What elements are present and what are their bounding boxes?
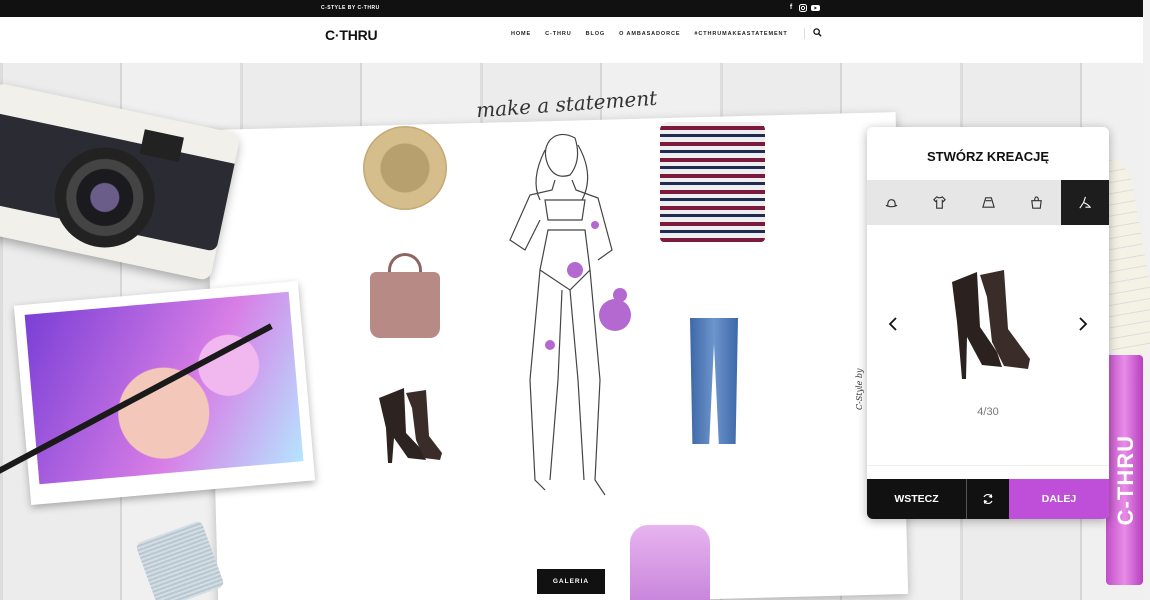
top-bar: C-STYLE BY C-THRU f [0, 0, 1143, 17]
bag-item[interactable] [370, 272, 440, 338]
youtube-icon[interactable] [811, 4, 820, 12]
perfume-label: C-THRU [1113, 435, 1138, 526]
hat-item[interactable] [363, 126, 447, 210]
nav-item-ambasadorka[interactable]: O AMBASADORCE [619, 31, 680, 37]
back-button[interactable]: WSTECZ [867, 479, 966, 519]
tab-bag[interactable] [1012, 180, 1060, 225]
tshirt-icon [933, 196, 947, 209]
bag-icon [1031, 196, 1042, 209]
creator-title: STWÓRZ KREACJĘ [926, 149, 1050, 164]
boots-item[interactable] [374, 388, 444, 466]
site-logo[interactable]: C·THRU [325, 27, 378, 43]
refresh-icon [983, 493, 993, 505]
fashion-sketch [509, 133, 631, 496]
nav-item-cthru[interactable]: C-THRU [545, 31, 571, 37]
gallery-button[interactable]: GALERIA [537, 569, 605, 594]
next-arrow-icon[interactable] [1077, 317, 1089, 331]
hat-icon [885, 199, 898, 208]
ambassador-photo [13, 280, 316, 506]
c-style-credit: C-Style by [855, 368, 864, 410]
perfume-spray-image [630, 525, 710, 600]
tab-shoes[interactable] [1060, 180, 1109, 225]
nav-item-blog[interactable]: BLOG [586, 31, 606, 37]
nav-item-hashtag[interactable]: #CTHRUMAKEASTATEMENT [694, 31, 787, 37]
skirt-icon [981, 197, 995, 208]
shirt-item[interactable] [660, 122, 765, 242]
nav-item-home[interactable]: HOME [511, 31, 531, 37]
social-links: f [787, 4, 820, 12]
nav-divider [804, 28, 805, 39]
search-icon[interactable] [813, 28, 822, 37]
item-counter: 4/30 [977, 406, 999, 418]
instagram-icon[interactable] [799, 4, 807, 12]
next-button[interactable]: DALEJ [1009, 479, 1109, 519]
nav-menu: HOME C-THRU BLOG O AMBASADORCE #CTHRUMAK… [511, 31, 802, 37]
panel-divider [867, 465, 1109, 466]
category-tabs [867, 180, 1109, 225]
shoe-icon [1079, 196, 1092, 209]
main-nav: C·THRU HOME C-THRU BLOG O AMBASADORCE #C… [0, 17, 1143, 63]
prev-arrow-icon[interactable] [887, 317, 899, 331]
facebook-icon[interactable]: f [787, 4, 795, 12]
creator-actions: WSTECZ DALEJ [867, 479, 1109, 519]
tab-hat[interactable] [867, 180, 915, 225]
top-bar-tagline: C-STYLE BY C-THRU [321, 5, 380, 11]
tab-tshirt[interactable] [915, 180, 963, 225]
perfume-bottle-image: C-THRU [1106, 355, 1143, 585]
outfit-creator-panel: STWÓRZ KREACJĘ 4/30 WSTECZ DALEJ [867, 127, 1109, 519]
reset-button[interactable] [966, 479, 1009, 519]
selected-item-boots [952, 270, 1030, 379]
tab-skirt[interactable] [964, 180, 1012, 225]
